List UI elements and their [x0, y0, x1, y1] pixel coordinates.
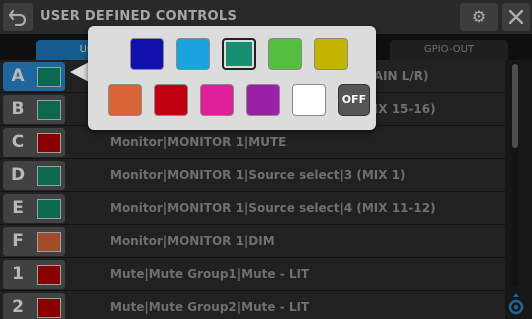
- palette-color-9[interactable]: [246, 84, 280, 116]
- control-assignment-label: Mute|Mute Group2|Mute - LIT: [110, 300, 310, 314]
- color-swatch[interactable]: [37, 232, 61, 252]
- color-swatch[interactable]: [37, 265, 61, 285]
- color-swatch[interactable]: [37, 199, 61, 219]
- control-row-2[interactable]: 2 Mute|Mute Group2|Mute - LIT: [0, 291, 505, 319]
- control-row-c[interactable]: C Monitor|MONITOR 1|MUTE: [0, 126, 505, 159]
- key-label: A: [11, 66, 25, 86]
- palette-color-6[interactable]: [108, 84, 142, 116]
- close-icon: [509, 10, 523, 24]
- palette-off-button[interactable]: OFF: [338, 84, 370, 116]
- key-button[interactable]: 1: [3, 260, 65, 289]
- color-swatch[interactable]: [37, 166, 61, 186]
- tab-gpio-out[interactable]: GPIO-OUT: [390, 40, 508, 60]
- control-row-e[interactable]: E Monitor|MONITOR 1|Source select|4 (MIX …: [0, 192, 505, 225]
- control-row-f[interactable]: F Monitor|MONITOR 1|DIM: [0, 225, 505, 258]
- color-swatch[interactable]: [37, 67, 61, 87]
- control-assignment-label: Monitor|MONITOR 1|Source select|4 (MIX 1…: [110, 201, 436, 215]
- control-row-1[interactable]: 1 Mute|Mute Group1|Mute - LIT: [0, 258, 505, 291]
- control-assignment-label: Monitor|MONITOR 1|Source select|3 (MIX 1…: [110, 168, 406, 182]
- key-button[interactable]: B: [3, 95, 65, 124]
- color-palette-popup: OFF: [88, 26, 376, 130]
- color-swatch[interactable]: [37, 298, 61, 318]
- key-label: E: [12, 198, 24, 218]
- palette-color-1[interactable]: [130, 38, 164, 70]
- popup-pointer: [70, 62, 89, 82]
- close-button[interactable]: [502, 3, 530, 31]
- key-button[interactable]: A: [3, 62, 65, 91]
- palette-color-4[interactable]: [268, 38, 302, 70]
- key-label: 1: [12, 264, 24, 284]
- color-swatch[interactable]: [37, 100, 61, 120]
- palette-color-3[interactable]: [222, 38, 256, 70]
- palette-color-10[interactable]: [292, 84, 326, 116]
- control-assignment-label: Monitor|MONITOR 1|DIM: [110, 234, 275, 248]
- gear-icon: ⚙: [471, 7, 487, 26]
- palette-color-5[interactable]: [314, 38, 348, 70]
- color-swatch[interactable]: [37, 133, 61, 153]
- key-label: C: [11, 132, 25, 152]
- control-assignment-label: Monitor|MONITOR 1|MUTE: [110, 135, 287, 149]
- control-assignment-label: Mute|Mute Group1|Mute - LIT: [110, 267, 310, 281]
- screen: USER DEFINED CONTROLS ⚙ User GPIO-OUT AM…: [0, 0, 532, 319]
- scroll-knob-icon[interactable]: [508, 292, 524, 316]
- key-button[interactable]: F: [3, 227, 65, 256]
- page-title: USER DEFINED CONTROLS: [40, 9, 238, 24]
- key-button[interactable]: C: [3, 128, 65, 157]
- key-button[interactable]: 2: [3, 293, 65, 319]
- key-button[interactable]: D: [3, 161, 65, 190]
- settings-button[interactable]: ⚙: [460, 3, 498, 31]
- key-label: B: [11, 99, 25, 119]
- back-arrow-icon: [9, 9, 27, 26]
- back-button[interactable]: [3, 3, 33, 31]
- key-label: F: [12, 231, 24, 251]
- palette-color-8[interactable]: [200, 84, 234, 116]
- key-button[interactable]: E: [3, 194, 65, 223]
- control-row-d[interactable]: D Monitor|MONITOR 1|Source select|3 (MIX …: [0, 159, 505, 192]
- key-label: 2: [12, 297, 24, 317]
- scrollbar-thumb[interactable]: [512, 64, 518, 148]
- palette-color-7[interactable]: [154, 84, 188, 116]
- key-label: D: [10, 165, 26, 185]
- palette-color-2[interactable]: [176, 38, 210, 70]
